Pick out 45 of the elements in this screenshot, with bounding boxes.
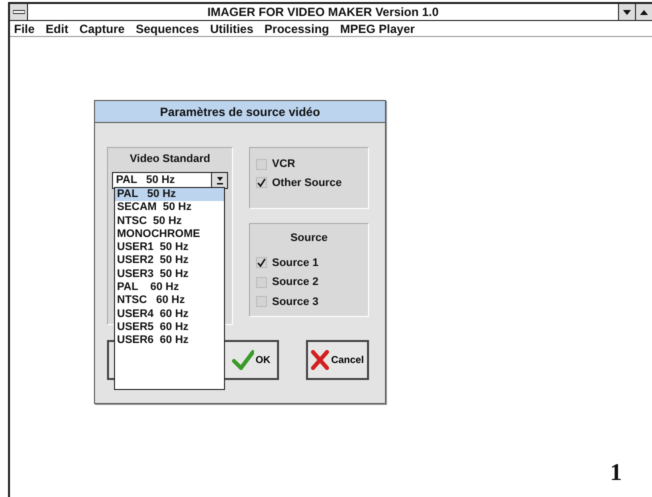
group-label: Source	[289, 231, 329, 246]
dropdown-option[interactable]: NTSC 50 Hz	[115, 214, 224, 228]
menu-item[interactable]: Sequences	[136, 20, 200, 38]
dropdown-option[interactable]: USER3 50 Hz	[115, 268, 224, 282]
checkbox-label: Other Source	[272, 176, 342, 190]
dropdown-option[interactable]: NTSC 60 Hz	[115, 294, 224, 308]
menu-item[interactable]: Edit	[46, 20, 68, 38]
menu-item[interactable]: File	[14, 20, 35, 38]
checkbox[interactable]	[256, 257, 267, 268]
menu-item[interactable]: Utilities	[210, 20, 254, 38]
figure-number: 1	[610, 459, 622, 488]
dialog-title: Paramètres de source vidéo	[95, 101, 385, 123]
checkbox-label: VCR	[272, 157, 296, 172]
dropdown-option[interactable]: USER5 60 Hz	[115, 320, 224, 334]
dropdown-option[interactable]: SECAM 50 Hz	[115, 201, 224, 215]
checkbox-label: Source 3	[272, 294, 318, 310]
checkbox-label: Source 1	[272, 256, 318, 270]
cross-icon	[311, 350, 330, 370]
maximize-button[interactable]	[635, 4, 652, 20]
checkbox[interactable]	[256, 276, 267, 288]
dropdown[interactable]: PAL 50 Hz	[112, 172, 228, 188]
checkbox-label: Source 2	[272, 275, 318, 290]
group-label: Video Standard	[128, 152, 212, 167]
menu-item[interactable]: Processing	[264, 20, 330, 38]
minimize-button[interactable]	[618, 4, 635, 20]
menu-item[interactable]: Capture	[79, 20, 125, 38]
dropdown-option[interactable]: PAL 50 Hz	[115, 188, 224, 202]
dropdown-option[interactable]: PAL 60 Hz	[115, 281, 224, 294]
checkbox[interactable]	[256, 158, 267, 170]
window-title: IMAGER FOR VIDEO MAKER Version 1.0	[206, 4, 440, 21]
dropdown-option[interactable]: USER6 60 Hz	[115, 334, 224, 348]
check-icon	[232, 350, 254, 370]
checkbox[interactable]	[256, 177, 267, 188]
dropdown-option[interactable]: USER2 50 Hz	[115, 254, 224, 268]
bar-icon	[12, 10, 24, 14]
menu-item[interactable]: MPEG Player	[340, 20, 415, 38]
dropdown-option[interactable]: MONOCHROME	[115, 228, 224, 242]
system-menu-button[interactable]	[10, 4, 28, 20]
up-triangle-icon	[640, 10, 648, 14]
down-triangle-icon	[623, 10, 631, 14]
cancel-button[interactable]: Cancel	[306, 340, 369, 380]
dropdown-option[interactable]: USER4 60 Hz	[115, 308, 224, 321]
dropdown-option[interactable]: USER1 50 Hz	[115, 241, 224, 254]
ok-button[interactable]: OK	[223, 340, 279, 380]
checkbox[interactable]	[256, 296, 267, 308]
